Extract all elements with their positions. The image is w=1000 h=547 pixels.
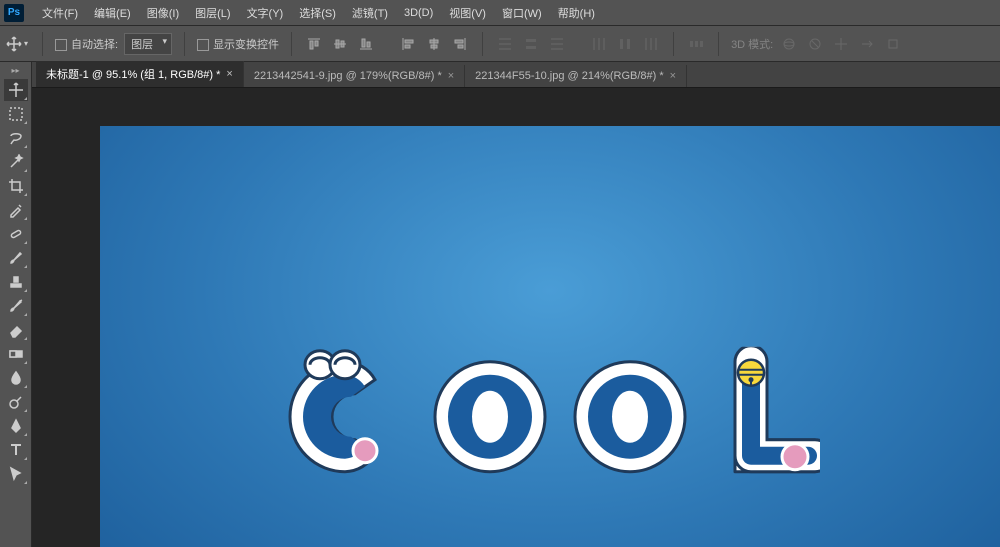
menu-layer[interactable]: 图层(L) bbox=[187, 1, 238, 25]
close-icon[interactable]: × bbox=[226, 68, 232, 80]
distribute-top-icon[interactable] bbox=[495, 34, 515, 54]
brush-tool[interactable] bbox=[4, 247, 28, 269]
letter-o-2 bbox=[575, 362, 685, 472]
options-bar: ▾ 自动选择: 图层 显示变换控件 3D 模式: bbox=[0, 26, 1000, 62]
letter-l bbox=[735, 347, 820, 472]
divider bbox=[673, 32, 674, 56]
marquee-tool[interactable] bbox=[4, 103, 28, 125]
auto-select-checkbox[interactable]: 自动选择: bbox=[55, 36, 118, 52]
blur-tool[interactable] bbox=[4, 367, 28, 389]
letter-o-1 bbox=[435, 362, 545, 472]
menu-file[interactable]: 文件(F) bbox=[34, 1, 86, 25]
distribute-right-icon[interactable] bbox=[641, 34, 661, 54]
menu-edit[interactable]: 编辑(E) bbox=[86, 1, 139, 25]
3d-orbit-icon[interactable] bbox=[779, 34, 799, 54]
align-left-icon[interactable] bbox=[398, 34, 418, 54]
divider bbox=[718, 32, 719, 56]
menu-image[interactable]: 图像(I) bbox=[139, 1, 187, 25]
move-tool[interactable] bbox=[4, 79, 28, 101]
distribute-left-icon[interactable] bbox=[589, 34, 609, 54]
menu-filter[interactable]: 滤镜(T) bbox=[344, 1, 396, 25]
chevron-down-icon: ▾ bbox=[24, 39, 28, 48]
align-bottom-icon[interactable] bbox=[356, 34, 376, 54]
tab-doc-3[interactable]: 221344F55-10.jpg @ 214%(RGB/8#) * × bbox=[465, 65, 687, 87]
distribute-spacing-icon[interactable] bbox=[686, 34, 706, 54]
tab-label: 未标题-1 @ 95.1% (组 1, RGB/8#) * bbox=[46, 66, 220, 82]
distribute-bottom-icon[interactable] bbox=[547, 34, 567, 54]
stamp-tool[interactable] bbox=[4, 271, 28, 293]
mode-3d-label: 3D 模式: bbox=[731, 36, 773, 52]
show-transform-checkbox[interactable]: 显示变换控件 bbox=[197, 36, 279, 52]
app-logo: Ps bbox=[4, 4, 24, 22]
menu-help[interactable]: 帮助(H) bbox=[550, 1, 603, 25]
pen-tool[interactable] bbox=[4, 415, 28, 437]
history-brush-tool[interactable] bbox=[4, 295, 28, 317]
type-tool[interactable] bbox=[4, 439, 28, 461]
show-transform-label: 显示变换控件 bbox=[213, 39, 279, 51]
left-toolbar: ▸▸ bbox=[0, 62, 32, 547]
menu-view[interactable]: 视图(V) bbox=[441, 1, 494, 25]
align-vcenter-icon[interactable] bbox=[330, 34, 350, 54]
menu-3d[interactable]: 3D(D) bbox=[396, 3, 441, 23]
3d-slide-icon[interactable] bbox=[857, 34, 877, 54]
tab-label: 221344F55-10.jpg @ 214%(RGB/8#) * bbox=[475, 70, 664, 82]
canvas[interactable] bbox=[100, 126, 1000, 547]
crop-tool[interactable] bbox=[4, 175, 28, 197]
3d-roll-icon[interactable] bbox=[805, 34, 825, 54]
divider bbox=[42, 32, 43, 56]
close-icon[interactable]: × bbox=[670, 70, 676, 82]
eyedropper-tool[interactable] bbox=[4, 199, 28, 221]
close-icon[interactable]: × bbox=[448, 70, 454, 82]
align-hcenter-icon[interactable] bbox=[424, 34, 444, 54]
distribute-hcenter-icon[interactable] bbox=[615, 34, 635, 54]
align-right-icon[interactable] bbox=[450, 34, 470, 54]
lasso-tool[interactable] bbox=[4, 127, 28, 149]
canvas-area[interactable] bbox=[32, 88, 1000, 547]
menu-select[interactable]: 选择(S) bbox=[291, 1, 344, 25]
align-top-icon[interactable] bbox=[304, 34, 324, 54]
distribute-vcenter-icon[interactable] bbox=[521, 34, 541, 54]
auto-select-dropdown[interactable]: 图层 bbox=[124, 33, 172, 55]
magic-wand-tool[interactable] bbox=[4, 151, 28, 173]
tab-label: 2213442541-9.jpg @ 179%(RGB/8#) * bbox=[254, 70, 442, 82]
toolbar-expand-icon[interactable]: ▸▸ bbox=[11, 66, 19, 75]
healing-tool[interactable] bbox=[4, 223, 28, 245]
divider bbox=[184, 32, 185, 56]
divider bbox=[482, 32, 483, 56]
move-tool-icon[interactable]: ▾ bbox=[6, 33, 28, 55]
tab-doc-2[interactable]: 2213442541-9.jpg @ 179%(RGB/8#) * × bbox=[244, 65, 465, 87]
3d-pan-icon[interactable] bbox=[831, 34, 851, 54]
dodge-tool[interactable] bbox=[4, 391, 28, 413]
3d-scale-icon[interactable] bbox=[883, 34, 903, 54]
menu-bar: Ps 文件(F) 编辑(E) 图像(I) 图层(L) 文字(Y) 选择(S) 滤… bbox=[0, 0, 1000, 26]
document-tabs: 未标题-1 @ 95.1% (组 1, RGB/8#) * × 22134425… bbox=[32, 62, 1000, 88]
path-select-tool[interactable] bbox=[4, 463, 28, 485]
workspace: 未标题-1 @ 95.1% (组 1, RGB/8#) * × 22134425… bbox=[32, 62, 1000, 547]
letter-c bbox=[290, 351, 377, 472]
divider bbox=[291, 32, 292, 56]
menu-type[interactable]: 文字(Y) bbox=[239, 1, 292, 25]
eraser-tool[interactable] bbox=[4, 319, 28, 341]
artwork-cool-text bbox=[280, 347, 820, 490]
tab-doc-1[interactable]: 未标题-1 @ 95.1% (组 1, RGB/8#) * × bbox=[36, 61, 244, 87]
menu-window[interactable]: 窗口(W) bbox=[494, 1, 550, 25]
auto-select-label: 自动选择: bbox=[71, 39, 118, 51]
gradient-tool[interactable] bbox=[4, 343, 28, 365]
